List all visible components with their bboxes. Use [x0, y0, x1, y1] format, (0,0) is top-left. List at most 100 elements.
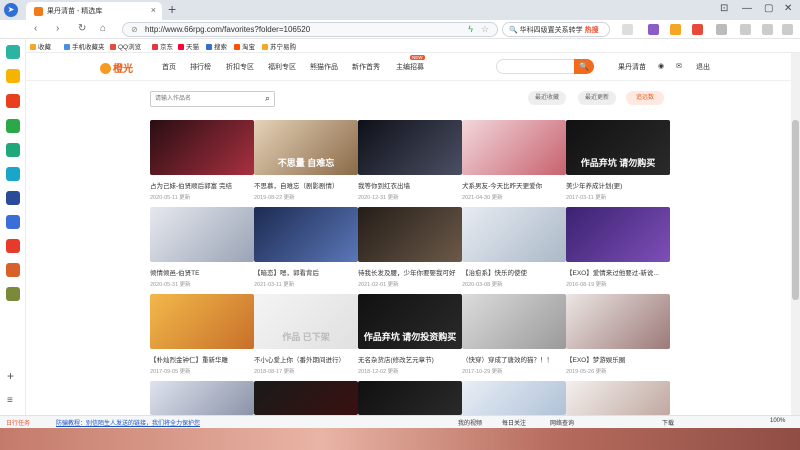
work-cover-image[interactable] — [566, 381, 670, 415]
work-title[interactable]: 占为己妹-伯贤顺后郭富 完结 — [150, 180, 254, 190]
site-info-icon[interactable]: ⊘ — [131, 25, 138, 34]
menu-icon[interactable] — [782, 24, 793, 35]
bookmark-item[interactable]: 搜索 — [206, 41, 227, 51]
forward-icon[interactable]: › — [56, 23, 59, 34]
close-window-icon[interactable]: ✕ — [784, 3, 792, 14]
status-video[interactable]: 我的视频 — [458, 418, 482, 427]
minimize-icon[interactable]: — — [742, 3, 752, 14]
site-search-input[interactable] — [496, 59, 576, 74]
bookmark-item[interactable]: 苏宁易购 — [262, 41, 296, 51]
bookmark-item[interactable]: 京东 — [152, 41, 173, 51]
sidebar-favorites-icon[interactable] — [6, 69, 20, 83]
zoom-level[interactable]: 100% — [770, 418, 785, 424]
work-title[interactable]: 犬系男友-今天比昨天更爱你 — [462, 180, 566, 190]
game-icon[interactable] — [692, 24, 703, 35]
sidebar-doc-icon[interactable] — [6, 191, 20, 205]
site-logo[interactable]: 橙光 — [100, 60, 133, 75]
bookmark-item[interactable]: QQ浏览 — [110, 41, 141, 51]
back-icon[interactable]: ‹ — [34, 23, 37, 34]
bookmark-item[interactable]: 手机收藏夹 — [64, 41, 105, 51]
bookmark-star-icon[interactable]: ☆ — [481, 24, 489, 35]
work-cover-image[interactable] — [462, 207, 566, 262]
work-card[interactable]: 作品弃坑 请勿投资购买 无名杂货店(修改艺元章节) 2018-12-02 更新 — [358, 294, 462, 375]
work-card[interactable] — [254, 381, 358, 415]
sort-follow-button[interactable]: 追远数 — [626, 91, 664, 105]
work-cover-image[interactable] — [254, 381, 358, 415]
work-title[interactable]: 【暗恋】嗯，郭看背后 — [254, 267, 358, 277]
work-cover-image[interactable] — [254, 207, 358, 262]
work-cover-image[interactable]: 作品弃坑 请勿购买 — [566, 120, 670, 175]
work-cover-image[interactable] — [150, 207, 254, 262]
avatar[interactable]: ◉ — [658, 62, 664, 70]
refresh-icon[interactable]: ↻ — [78, 23, 86, 34]
work-cover-image[interactable]: 作品弃坑 请勿投资购买 — [358, 294, 462, 349]
work-card[interactable] — [358, 381, 462, 415]
work-cover-image[interactable] — [566, 207, 670, 262]
daily-task[interactable]: 日行任务 — [6, 418, 30, 427]
scrollbar-thumb[interactable] — [792, 120, 799, 300]
work-card[interactable]: 【治愈系】快乐的使使 2020-03-08 更新 — [462, 207, 566, 288]
work-cover-image[interactable] — [358, 381, 462, 415]
browser-logo-icon[interactable]: ➤ — [4, 3, 18, 17]
maximize-icon[interactable]: ▢ — [764, 3, 773, 14]
work-cover-image[interactable]: 不思量 自难忘 — [254, 120, 358, 175]
sidebar-news-icon[interactable] — [6, 239, 20, 253]
work-title[interactable]: 【朴灿烈金钟仁】重新华雕 — [150, 354, 254, 364]
brightness-icon[interactable] — [740, 24, 751, 35]
work-card[interactable]: 【EXO】爱情来过他要过-新说... 2016-08-19 更新 — [566, 207, 670, 288]
work-card[interactable]: 不思量 自难忘 不思慕，自难忘（剧影剧情） 2019-08-22 更新 — [254, 120, 358, 201]
home-icon[interactable]: ⌂ — [100, 23, 106, 34]
tab-active[interactable]: 果丹清苗 - 精选库 × — [26, 2, 162, 20]
work-title[interactable]: （快穿）穿成了唐效的猫？！！ — [462, 354, 566, 364]
work-cover-image[interactable] — [462, 381, 566, 415]
sidebar-p-icon[interactable] — [6, 167, 20, 181]
sidebar-word-icon[interactable] — [6, 215, 20, 229]
work-cover-image[interactable] — [150, 120, 254, 175]
work-card[interactable]: 作品 已下架 不小心爱上你（番外期间进行） 2018-08-17 更新 — [254, 294, 358, 375]
message-icon[interactable]: ✉ — [676, 62, 682, 70]
work-card[interactable]: 【暗恋】嗯，郭看背后 2021-03-11 更新 — [254, 207, 358, 288]
status-network[interactable]: 网络查询 — [550, 418, 574, 427]
work-card[interactable]: 占为己妹-伯贤顺后郭富 完结 2020-05-11 更新 — [150, 120, 254, 201]
sidebar-menu-icon[interactable]: ≡ — [7, 395, 13, 406]
sidebar-game-icon[interactable] — [6, 263, 20, 277]
status-download[interactable]: 下载 — [662, 418, 674, 427]
work-title[interactable]: 不思慕，自难忘（剧影剧情） — [254, 180, 358, 190]
work-title[interactable]: 美少年养成计划(更) — [566, 180, 670, 190]
work-card[interactable]: 我等你到红衣出墙 2020-12-31 更新 — [358, 120, 462, 201]
nav-new-debut[interactable]: 新作首秀 — [352, 62, 380, 72]
work-title[interactable]: 待我长发及腰，少年你要娶我可好 — [358, 267, 462, 277]
work-card[interactable]: （快穿）穿成了唐效的猫？！！ 2017-10-29 更新 — [462, 294, 566, 375]
nav-welfare[interactable]: 福利专区 — [268, 62, 296, 72]
add-sidebar-icon[interactable]: + — [7, 369, 14, 383]
shield-icon[interactable] — [670, 24, 681, 35]
work-title[interactable]: 我等你到红衣出墙 — [358, 180, 462, 190]
work-title[interactable]: 倾情倾邑-伯贤TE — [150, 267, 254, 277]
nav-ranking[interactable]: 排行榜 — [190, 62, 211, 72]
work-title[interactable]: 【治愈系】快乐的使使 — [462, 267, 566, 277]
work-title[interactable]: 【EXO】梦游娱乐圈 — [566, 354, 670, 364]
work-title[interactable]: 不小心爱上你（番外期间进行） — [254, 354, 358, 364]
work-cover-image[interactable]: 作品 已下架 — [254, 294, 358, 349]
work-cover-image[interactable] — [150, 294, 254, 349]
work-cover-image[interactable] — [358, 207, 462, 262]
favorites-search-input[interactable] — [155, 94, 255, 104]
site-search-button[interactable]: 🔍 — [574, 59, 594, 74]
work-cover-image[interactable] — [462, 120, 566, 175]
address-bar[interactable]: ⊘ http://www.66rpg.com/favorites?folder=… — [122, 22, 498, 37]
sidebar-app2-icon[interactable] — [6, 287, 20, 301]
work-cover-image[interactable] — [358, 120, 462, 175]
work-card[interactable] — [566, 381, 670, 415]
close-tab-icon[interactable]: × — [151, 5, 156, 15]
scissors-icon[interactable] — [622, 24, 633, 35]
work-card[interactable]: 倾情倾邑-伯贤TE 2020-05-31 更新 — [150, 207, 254, 288]
user-name[interactable]: 果丹清苗 — [618, 62, 646, 72]
work-title[interactable]: 【EXO】爱情来过他要过-新说... — [566, 267, 670, 277]
extension-icon[interactable] — [648, 24, 659, 35]
work-cover-image[interactable] — [566, 294, 670, 349]
status-follow[interactable]: 每日关注 — [502, 418, 526, 427]
work-card[interactable]: 【朴灿烈金钟仁】重新华雕 2017-09-05 更新 — [150, 294, 254, 375]
work-card[interactable] — [150, 381, 254, 415]
work-card[interactable]: 作品弃坑 请勿购买 美少年养成计划(更) 2017-03-11 更新 — [566, 120, 670, 201]
work-card[interactable]: 犬系男友-今天比昨天更爱你 2021-04-30 更新 — [462, 120, 566, 201]
